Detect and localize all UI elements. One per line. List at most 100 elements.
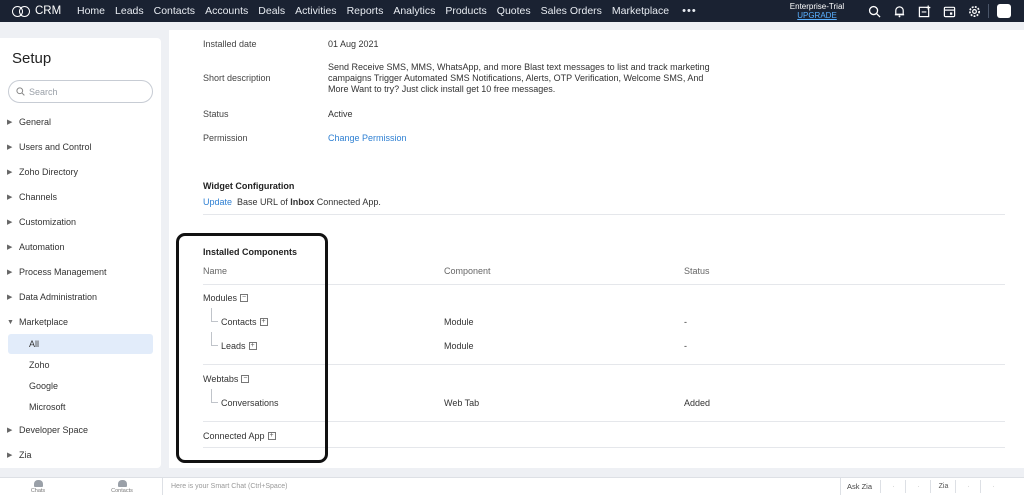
- update-link[interactable]: Update: [203, 197, 232, 207]
- nav-contacts[interactable]: Contacts: [149, 0, 200, 22]
- sidebar-subitem-microsoft[interactable]: Microsoft: [8, 397, 153, 417]
- nav-analytics[interactable]: Analytics: [388, 0, 440, 22]
- column-header-component: Component: [444, 266, 491, 276]
- chats-label: Chats: [30, 488, 46, 494]
- component-status: -: [684, 317, 687, 327]
- zia-icon[interactable]: Zia: [930, 480, 948, 493]
- chevron-right-icon: ▶: [7, 269, 13, 276]
- add-entry-icon[interactable]: [916, 3, 932, 19]
- top-icons: [866, 0, 982, 22]
- widget-text-after: Connected App.: [316, 197, 381, 207]
- status-label: Status: [203, 109, 229, 119]
- ask-zia-button[interactable]: Ask Zia: [840, 478, 878, 495]
- sidebar-item-customization[interactable]: ▶ Customization: [0, 212, 161, 232]
- nav-deals[interactable]: Deals: [253, 0, 290, 22]
- chevron-right-icon: ▶: [7, 452, 13, 459]
- column-header-status: Status: [684, 266, 710, 276]
- sidebar-item-data-administration[interactable]: ▶ Data Administration: [0, 287, 161, 307]
- sidebar-item-process-management[interactable]: ▶ Process Management: [0, 262, 161, 282]
- chevron-down-icon: ▼: [7, 318, 14, 326]
- topbar-divider: [988, 4, 989, 18]
- sidebar-item-zia[interactable]: ▶ Zia: [0, 445, 161, 465]
- nav-sales-orders[interactable]: Sales Orders: [536, 0, 607, 22]
- search-input[interactable]: [29, 86, 139, 97]
- status-value: Active: [328, 109, 353, 119]
- sidebar-subitem-google[interactable]: Google: [8, 376, 153, 396]
- contacts-button[interactable]: Contacts: [102, 480, 142, 494]
- history-icon[interactable]: [980, 480, 994, 493]
- sidebar-item-marketplace[interactable]: ▼ Marketplace: [0, 312, 161, 332]
- sidebar-item-label: Customization: [19, 217, 77, 227]
- contacts-label: Contacts: [111, 488, 133, 494]
- top-navigation-bar: CRM Home Leads Contacts Accounts Deals A…: [0, 0, 1024, 22]
- section-divider: [203, 214, 1005, 215]
- chevron-right-icon: ▶: [7, 144, 13, 151]
- sidebar-item-label: Users and Control: [19, 142, 92, 152]
- installed-date-label: Installed date: [203, 39, 257, 49]
- chevron-right-icon: ▶: [7, 294, 13, 301]
- widget-configuration-title: Widget Configuration: [203, 181, 295, 191]
- chevron-right-icon: ▶: [7, 194, 13, 201]
- change-permission-link[interactable]: Change Permission: [328, 133, 407, 144]
- sidebar-item-users-and-control[interactable]: ▶ Users and Control: [0, 137, 161, 157]
- bottom-icons: Zia: [880, 480, 994, 493]
- nav-quotes[interactable]: Quotes: [492, 0, 536, 22]
- sidebar-item-label: Zoho Directory: [19, 167, 79, 177]
- chat-icon: [33, 480, 43, 487]
- nav-home[interactable]: Home: [72, 0, 110, 22]
- sidebar-item-general[interactable]: ▶ General: [0, 112, 161, 132]
- widget-text-bold: Inbox: [290, 197, 315, 207]
- avatar[interactable]: [997, 4, 1011, 18]
- sidebar-item-zoho-directory[interactable]: ▶ Zoho Directory: [0, 162, 161, 182]
- main-nav: Home Leads Contacts Accounts Deals Activ…: [72, 0, 705, 22]
- sidebar-item-label: Data Administration: [19, 292, 98, 302]
- sidebar-item-label: Zia: [19, 450, 32, 460]
- chevron-right-icon: ▶: [7, 427, 13, 434]
- sidebar-item-automation[interactable]: ▶ Automation: [0, 237, 161, 257]
- gamepad-icon[interactable]: [880, 480, 894, 493]
- chevron-right-icon: ▶: [7, 244, 13, 251]
- setup-sidebar: Setup ▶ General ▶ Users and Control ▶ Zoho …: [0, 38, 161, 468]
- bottom-bar: Chats Contacts Here is your Smart Chat (…: [0, 477, 1024, 495]
- bell-icon[interactable]: [891, 3, 907, 19]
- short-description-label: Short description: [203, 73, 271, 83]
- nav-products[interactable]: Products: [440, 0, 491, 22]
- more-tabs-icon[interactable]: •••: [674, 0, 705, 22]
- nav-marketplace[interactable]: Marketplace: [607, 0, 674, 22]
- crm-logo-icon: [12, 5, 30, 17]
- sidebar-search[interactable]: [8, 80, 153, 103]
- upgrade-link[interactable]: UPGRADE: [781, 11, 853, 20]
- sidebar-item-label: Process Management: [19, 267, 107, 277]
- component-status: -: [684, 341, 687, 351]
- sidebar-item-label: Automation: [19, 242, 65, 252]
- alarm-icon[interactable]: [955, 480, 969, 493]
- chats-button[interactable]: Chats: [18, 480, 58, 494]
- gear-icon[interactable]: [966, 3, 982, 19]
- sidebar-item-label: Developer Space: [19, 425, 89, 435]
- nav-accounts[interactable]: Accounts: [200, 0, 253, 22]
- installed-date-value: 01 Aug 2021: [328, 39, 379, 49]
- sidebar-item-label: Marketplace: [19, 317, 69, 327]
- nav-reports[interactable]: Reports: [342, 0, 389, 22]
- component-type: Module: [444, 341, 474, 351]
- sidebar-subitem-zoho[interactable]: Zoho: [8, 355, 153, 375]
- sidebar-item-channels[interactable]: ▶ Channels: [0, 187, 161, 207]
- video-icon[interactable]: [905, 480, 919, 493]
- sidebar-subitem-all[interactable]: All: [8, 334, 153, 354]
- sidebar-item-label: Channels: [19, 192, 58, 202]
- brand[interactable]: CRM: [0, 5, 72, 17]
- highlight-annotation-box: [176, 233, 328, 463]
- smart-chat-input[interactable]: Here is your Smart Chat (Ctrl+Space): [162, 478, 838, 495]
- edition-label: Enterprise-Trial: [789, 2, 845, 11]
- calendar-icon[interactable]: [941, 3, 957, 19]
- sidebar-item-developer-space[interactable]: ▶ Developer Space: [0, 420, 161, 440]
- nav-leads[interactable]: Leads: [110, 0, 149, 22]
- sidebar-item-label: General: [19, 117, 52, 127]
- search-icon[interactable]: [866, 3, 882, 19]
- extension-details-panel: Installed date 01 Aug 2021 Short descrip…: [169, 30, 1024, 468]
- permission-label: Permission: [203, 133, 248, 143]
- nav-activities[interactable]: Activities: [290, 0, 341, 22]
- component-type: Web Tab: [444, 398, 480, 408]
- chevron-right-icon: ▶: [7, 219, 13, 226]
- setup-title: Setup: [12, 50, 52, 67]
